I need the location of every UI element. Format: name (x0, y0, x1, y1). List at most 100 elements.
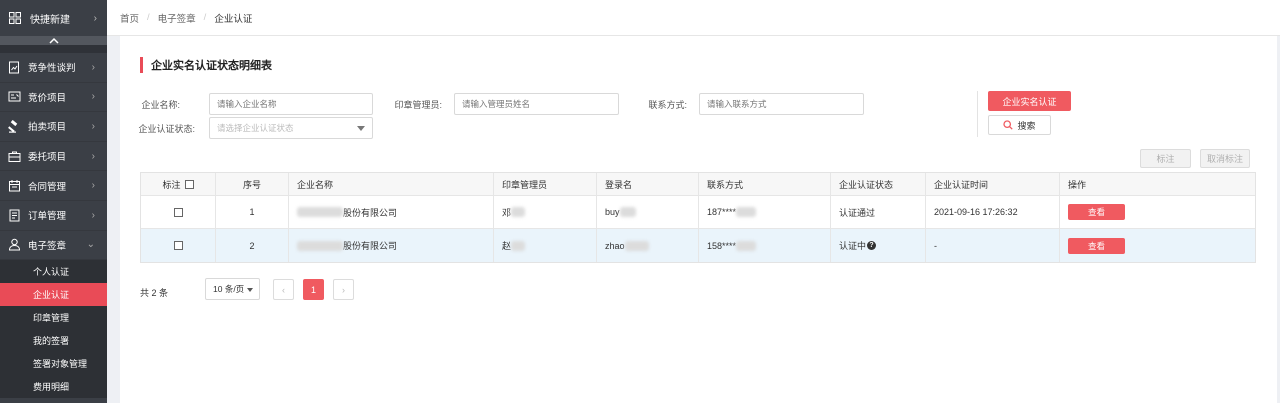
view-button[interactable]: 查看 (1068, 237, 1125, 254)
page-1-button[interactable]: 1 (303, 279, 324, 300)
sidebar-divider (0, 45, 107, 53)
company-name-input[interactable] (209, 93, 373, 115)
company-name-label: 企业名称: (141, 100, 180, 110)
redacted-text (736, 207, 757, 217)
redacted-text (624, 240, 649, 251)
chevron-right-icon: › (91, 150, 95, 162)
auction-list-icon (8, 91, 21, 102)
row-action-cell: 查看 (1060, 196, 1255, 228)
briefcase-icon (8, 151, 21, 162)
header-status: 企业认证状态 (831, 173, 926, 195)
submenu-company-auth[interactable]: 企业认证 (0, 283, 107, 307)
redacted-text (297, 207, 343, 217)
chevron-down-icon: ⌄ (86, 239, 95, 251)
submenu-fee-details[interactable]: 费用明细 (0, 375, 107, 398)
row-company: 股份有限公司 (289, 229, 494, 262)
submenu-personal-auth[interactable]: 个人认证 (0, 260, 107, 283)
chevron-right-icon: › (91, 61, 95, 73)
breadcrumb-separator: / (147, 12, 150, 23)
sidebar-item-esign[interactable]: 电子签章 ⌄ (0, 230, 107, 261)
table-header: 标注 序号 企业名称 印章管理员 登录名 联系方式 企业认证状态 企业认证时间 … (141, 173, 1255, 196)
sidebar-item-bidding[interactable]: 竞价项目 › (0, 82, 107, 113)
header-mark-label: 标注 (162, 179, 181, 190)
caret-down-icon (357, 126, 365, 131)
search-icon (1003, 120, 1014, 130)
view-button[interactable]: 查看 (1068, 204, 1125, 220)
order-list-icon (9, 209, 20, 222)
sidebar-item-label: 电子签章 (28, 240, 67, 252)
prev-page-button[interactable]: ‹ (273, 279, 294, 300)
gavel-icon (8, 119, 18, 133)
row-company-text: 股份有限公司 (343, 241, 398, 251)
grid-icon (9, 12, 21, 24)
collapse-sidebar-button[interactable] (0, 36, 107, 45)
filter-divider (977, 91, 978, 137)
sidebar-item-auction[interactable]: 拍卖项目 › (0, 112, 107, 142)
row-mark-cell (141, 196, 216, 228)
search-button[interactable]: 搜索 (988, 115, 1051, 135)
row-time: - (926, 229, 1060, 262)
sidebar-item-negotiation[interactable]: 竞争性谈判 › (0, 53, 107, 83)
quick-create-label: 快捷新建 (30, 14, 70, 26)
page-size-select[interactable]: 10 条/页 (205, 278, 260, 300)
contact-input[interactable] (699, 93, 864, 115)
sidebar-item-contract[interactable]: 合同管理 › (0, 171, 107, 201)
next-page-button[interactable]: › (333, 279, 354, 300)
table-row: 1 股份有限公司 邓 buy 187**** 认证通过 2021-09-16 1… (141, 196, 1255, 229)
chevron-right-icon: › (342, 284, 345, 295)
redacted-text (511, 240, 526, 251)
chevron-right-icon: › (91, 180, 95, 192)
status-select-placeholder: 请选择企业认证状态 (217, 123, 294, 133)
submenu-seal-management[interactable]: 印章管理 (0, 306, 107, 329)
redacted-text (619, 207, 636, 217)
page-title: 企业实名认证状态明细表 (140, 56, 272, 74)
chevron-up-icon (48, 37, 59, 44)
header-contact: 联系方式 (699, 173, 831, 195)
table-row: 2 股份有限公司 赵 zhao 158**** 认证中? - 查看 (141, 229, 1255, 262)
calendar-icon (9, 180, 20, 192)
submenu-sign-targets[interactable]: 签署对象管理 (0, 352, 107, 375)
row-admin: 邓 (494, 196, 597, 228)
row-contact: 158**** (699, 229, 831, 262)
sidebar-item-label: 竞价项目 (28, 92, 67, 104)
row-login: buy (597, 196, 699, 228)
submenu-my-signatures[interactable]: 我的签署 (0, 329, 107, 352)
header-company: 企业名称 (289, 173, 494, 195)
breadcrumb-separator: / (203, 12, 207, 23)
status-select[interactable]: 请选择企业认证状态 (209, 117, 373, 139)
breadcrumb-home[interactable]: 首页 (120, 11, 139, 25)
sidebar: 快捷新建 › 竞争性谈判 › 竞价项目 › 拍卖项目 › 委托项目 › 合同管理… (0, 0, 107, 403)
unmark-button[interactable]: 取消标注 (1200, 149, 1250, 168)
header-admin: 印章管理员 (494, 173, 597, 195)
quick-create-menu[interactable]: 快捷新建 › (0, 0, 107, 36)
row-admin: 赵 (494, 229, 597, 262)
select-all-checkbox[interactable] (184, 179, 194, 189)
breadcrumb-current: 企业认证 (214, 13, 253, 25)
company-verify-button[interactable]: 企业实名认证 (988, 91, 1071, 111)
sidebar-item-entrust[interactable]: 委托项目 › (0, 141, 107, 172)
row-index: 1 (216, 196, 289, 228)
seal-admin-label: 印章管理员: (394, 100, 442, 110)
row-time: 2021-09-16 17:26:32 (926, 196, 1060, 228)
header-time: 企业认证时间 (926, 173, 1060, 195)
row-checkbox[interactable] (173, 207, 183, 217)
row-checkbox[interactable] (173, 241, 183, 250)
seal-admin-input[interactable] (454, 93, 619, 115)
row-mark-cell (141, 229, 216, 262)
row-company: 股份有限公司 (289, 196, 494, 228)
sidebar-item-label: 委托项目 (28, 152, 67, 164)
help-icon[interactable]: ? (867, 241, 877, 250)
row-company-text: 股份有限公司 (343, 207, 398, 218)
mark-button[interactable]: 标注 (1140, 149, 1191, 168)
contact-label: 联系方式: (648, 100, 687, 110)
breadcrumb-esign[interactable]: 电子签章 (158, 11, 196, 25)
company-auth-table: 标注 序号 企业名称 印章管理员 登录名 联系方式 企业认证状态 企业认证时间 … (140, 172, 1256, 263)
sidebar-item-orders[interactable]: 订单管理 › (0, 200, 107, 231)
sidebar-item-label: 拍卖项目 (28, 122, 67, 134)
chevron-right-icon: › (91, 209, 95, 221)
chevron-right-icon: › (91, 91, 95, 103)
page-size-value: 10 条/页 (213, 284, 245, 294)
total-count: 共 2 条 (140, 288, 169, 298)
chevron-right-icon: › (93, 12, 97, 24)
row-index: 2 (216, 229, 289, 262)
